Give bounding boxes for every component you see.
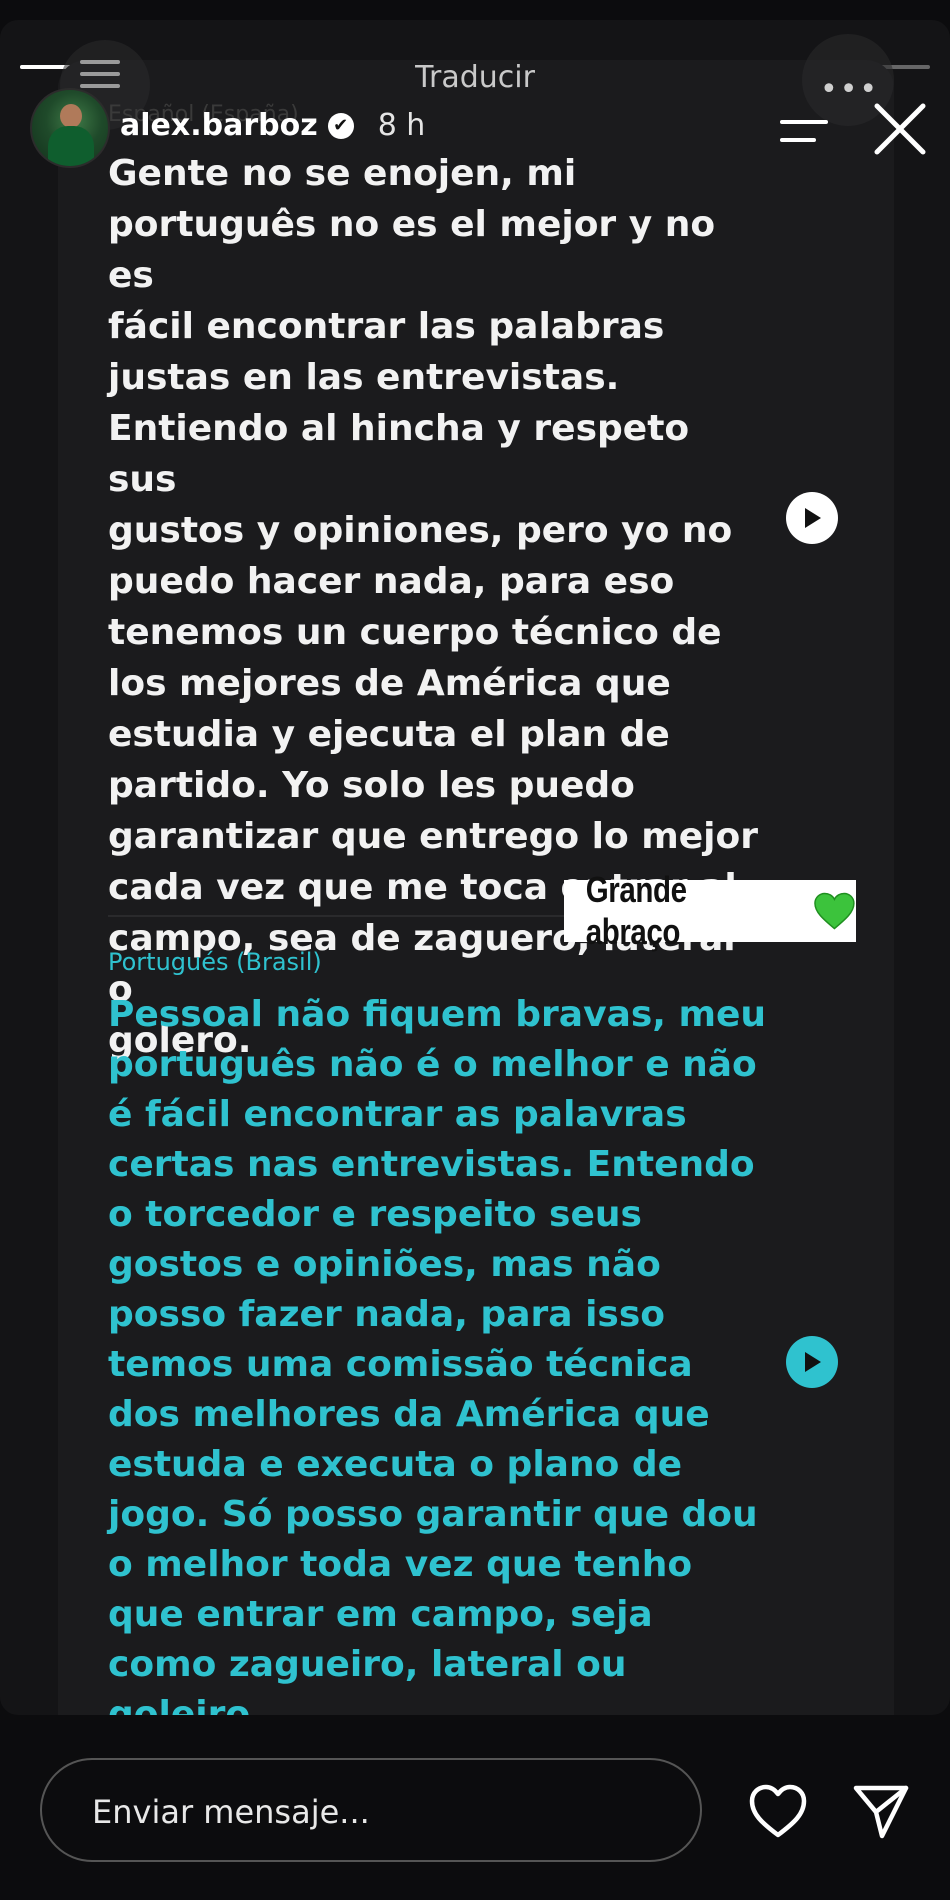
send-icon[interactable] bbox=[852, 1782, 910, 1840]
grande-abraco-sticker: Grande abraço bbox=[564, 869, 856, 952]
avatar-body bbox=[48, 126, 94, 166]
avatar[interactable] bbox=[30, 88, 110, 168]
green-heart-icon bbox=[814, 892, 855, 930]
story-header: alex.barboz ✔ 8 h bbox=[120, 108, 425, 143]
translated-text: Pessoal não fiquem bravas, meu português… bbox=[108, 994, 767, 1715]
play-icon bbox=[805, 1352, 821, 1372]
translation-language-label: Portugués (Brasil) bbox=[108, 948, 322, 976]
message-input[interactable]: Enviar mensaje... bbox=[40, 1758, 702, 1862]
sticker-text: Grande abraço bbox=[585, 869, 687, 952]
more-dots-icon[interactable]: ••• bbox=[820, 72, 879, 107]
play-translation-button[interactable] bbox=[786, 1336, 838, 1388]
sheet-title: Traducir bbox=[415, 60, 535, 95]
message-placeholder: Enviar mensaje... bbox=[92, 1793, 370, 1831]
play-icon bbox=[805, 508, 821, 528]
menu-icon[interactable] bbox=[780, 116, 828, 146]
close-icon[interactable] bbox=[873, 102, 927, 156]
post-time: 8 h bbox=[377, 108, 426, 143]
heart-icon[interactable] bbox=[748, 1783, 808, 1839]
play-original-button[interactable] bbox=[786, 492, 838, 544]
avatar-head bbox=[60, 104, 82, 128]
story-frame: Traducir ••• Español (España) alex.barbo… bbox=[0, 20, 950, 1715]
username[interactable]: alex.barboz bbox=[120, 108, 318, 143]
verified-icon: ✔ bbox=[327, 112, 354, 139]
